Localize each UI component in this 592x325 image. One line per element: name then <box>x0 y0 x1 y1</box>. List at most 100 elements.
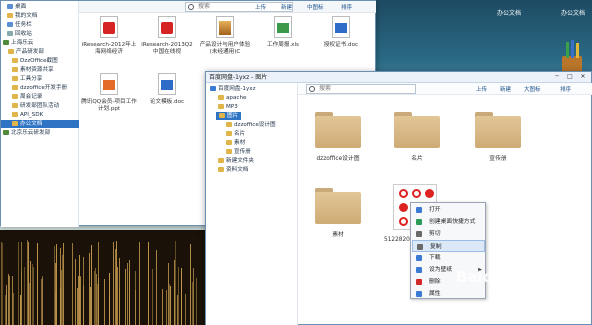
tree-label: 桌面 <box>15 4 26 10</box>
wheat-stalk <box>8 274 9 325</box>
window-titlebar[interactable]: 百度网盘-1yxz - 图片 <box>206 72 591 83</box>
new-button[interactable]: 新建 <box>281 3 292 11</box>
menu-item-copy[interactable]: 复制 <box>412 240 485 252</box>
tree-item-devmanual[interactable]: dzzoffice开发手册 <box>12 84 67 92</box>
tree-item-tools[interactable]: 工具分享 <box>12 75 42 83</box>
menu-item-download[interactable]: 下载 <box>412 252 485 264</box>
folder-item[interactable]: 宣传册 <box>470 112 526 162</box>
wheat-stalk <box>181 268 182 325</box>
folder-item[interactable]: 素材 <box>310 188 366 238</box>
menu-label: 下载 <box>429 255 441 261</box>
folder-icon <box>226 122 232 127</box>
tree-item-new-folder[interactable]: 新建文件夹 <box>218 157 254 165</box>
tree-item-documents[interactable]: 我的文档 <box>7 12 37 20</box>
wallpaper-icon <box>416 267 422 273</box>
folder-icon <box>12 58 18 63</box>
file-item[interactable]: iResearch-2012年上海网络经济 <box>81 16 137 56</box>
pdf-file-icon <box>100 16 118 38</box>
minimize-button[interactable]: ─ <box>551 73 563 81</box>
new-button[interactable]: 新建 <box>500 85 511 93</box>
sort-button[interactable]: 排序 <box>560 85 571 93</box>
desktop-icon-label[interactable]: 办公文档 <box>561 8 585 17</box>
tree-item-apache[interactable]: apache <box>218 94 246 102</box>
tree-item-taskbar[interactable]: 任务栏 <box>7 21 32 29</box>
file-item[interactable]: iResearch-2013Q2中国在线视 <box>139 16 195 56</box>
tree-item-mp3[interactable]: MP3 <box>218 103 238 111</box>
tree-item-design[interactable]: dzzoffice设计图 <box>226 121 276 129</box>
file-name: iResearch-2013Q2中国在线视 <box>141 42 192 55</box>
tree-item-desktop[interactable]: 桌面 <box>7 3 26 11</box>
desktop-icon-label[interactable]: 办公文档 <box>497 8 521 17</box>
tree-label: 我的文档 <box>15 13 37 19</box>
file-item[interactable]: 授权证书.doc <box>313 16 369 49</box>
tree-item-screenshots[interactable]: DzzOffice截图 <box>12 57 58 65</box>
file-item[interactable]: 腾讯QQ会员-项目工作计划.ppt <box>81 73 137 113</box>
tree-item-beijing[interactable]: 北京乐云研发部 <box>3 129 50 137</box>
upload-button[interactable]: 上传 <box>476 85 487 93</box>
wheat-stalk <box>135 271 136 325</box>
tree-label: 产品研发部 <box>16 49 44 55</box>
tree-item-brochure[interactable]: 宣传册 <box>226 148 251 156</box>
close-button[interactable]: ✕ <box>577 73 589 81</box>
wheat-stalk <box>169 284 170 325</box>
wheat-stalk <box>174 260 175 325</box>
menu-item-shortcut[interactable]: 创建桌面快捷方式 <box>412 216 485 228</box>
folder-item[interactable]: dzzoffice设计图 <box>310 112 366 162</box>
sort-button[interactable]: 排序 <box>341 3 352 11</box>
tree-item-materials[interactable]: 素材 <box>226 139 245 147</box>
menu-label: 设为壁纸 <box>429 267 452 273</box>
folder-icon <box>219 113 225 118</box>
tree-label: 上海乐云 <box>11 40 33 46</box>
tree-label: 素材资源共享 <box>20 67 54 73</box>
properties-icon <box>416 291 422 297</box>
folder-tree: 桌面 我的文档 任务栏 回收站 上海乐云 产品研发部 DzzOffice截图 素… <box>1 1 79 227</box>
menu-item-properties[interactable]: 属性 <box>412 288 485 300</box>
image-file-icon <box>216 16 234 38</box>
wheat-stalk <box>42 277 43 325</box>
tree-item-recycle[interactable]: 回收站 <box>7 30 32 38</box>
upload-button[interactable]: 上传 <box>255 3 266 11</box>
folder-icon <box>226 149 232 154</box>
folder-icon <box>12 67 18 72</box>
tree-item-api[interactable]: API_SDK <box>12 111 43 119</box>
menu-item-open[interactable]: 打开 <box>412 204 485 216</box>
tree-item-activities[interactable]: 研发部团队活动 <box>12 102 59 110</box>
folder-icon <box>218 104 224 109</box>
tree-label: 图片 <box>227 113 238 119</box>
view-button[interactable]: 中图标 <box>307 3 324 11</box>
maximize-button[interactable]: □ <box>564 73 576 81</box>
wheat-stalk <box>125 269 126 325</box>
tree-item-meetings[interactable]: 周会记录 <box>12 93 42 101</box>
file-item[interactable]: 工作周报.xls <box>255 16 311 49</box>
folder-icon <box>218 158 224 163</box>
tree-item-docs[interactable]: 资料文档 <box>218 166 248 174</box>
window-title: 百度网盘-1yxz - 图片 <box>209 74 267 81</box>
wheat-stalk <box>83 257 84 325</box>
taskbar-icon <box>7 22 13 27</box>
menu-label: 删除 <box>429 279 441 285</box>
watermark-text: Baidu <box>456 268 504 286</box>
tree-label: 回收站 <box>15 31 32 37</box>
wheat-stalk <box>55 293 56 325</box>
menu-item-cut[interactable]: 剪切 <box>412 228 485 240</box>
tree-item-shanghai[interactable]: 上海乐云 <box>3 39 33 47</box>
folder-icon <box>315 112 361 148</box>
search-input[interactable]: 搜索 <box>306 84 416 94</box>
tree-item-rnd[interactable]: 产品研发部 <box>8 48 44 56</box>
folder-item[interactable]: 名片 <box>389 112 445 162</box>
menu-label: 属性 <box>429 291 441 297</box>
tree-item-pictures[interactable]: 图片 <box>216 112 241 120</box>
file-item[interactable]: 产品设计与用户体验(未经通用)C <box>197 16 253 56</box>
tree-item-cards[interactable]: 名片 <box>226 130 245 138</box>
file-item[interactable]: 论文模板.doc <box>139 73 195 106</box>
view-button[interactable]: 大图标 <box>524 85 541 93</box>
tree-item-root[interactable]: 百度网盘-1yxz <box>210 85 256 93</box>
file-name: iResearch-2012年上海网络经济 <box>82 42 137 55</box>
file-name: 产品设计与用户体验(未经通用)C <box>200 42 250 55</box>
tree-item-office-docs[interactable]: 办公文档 <box>1 120 79 128</box>
folder-icon <box>7 13 13 18</box>
wheat-stalk <box>56 244 57 325</box>
tree-item-assets[interactable]: 素材资源共享 <box>12 66 54 74</box>
word-file-icon <box>332 16 350 38</box>
search-input[interactable]: 搜索 <box>185 2 293 12</box>
